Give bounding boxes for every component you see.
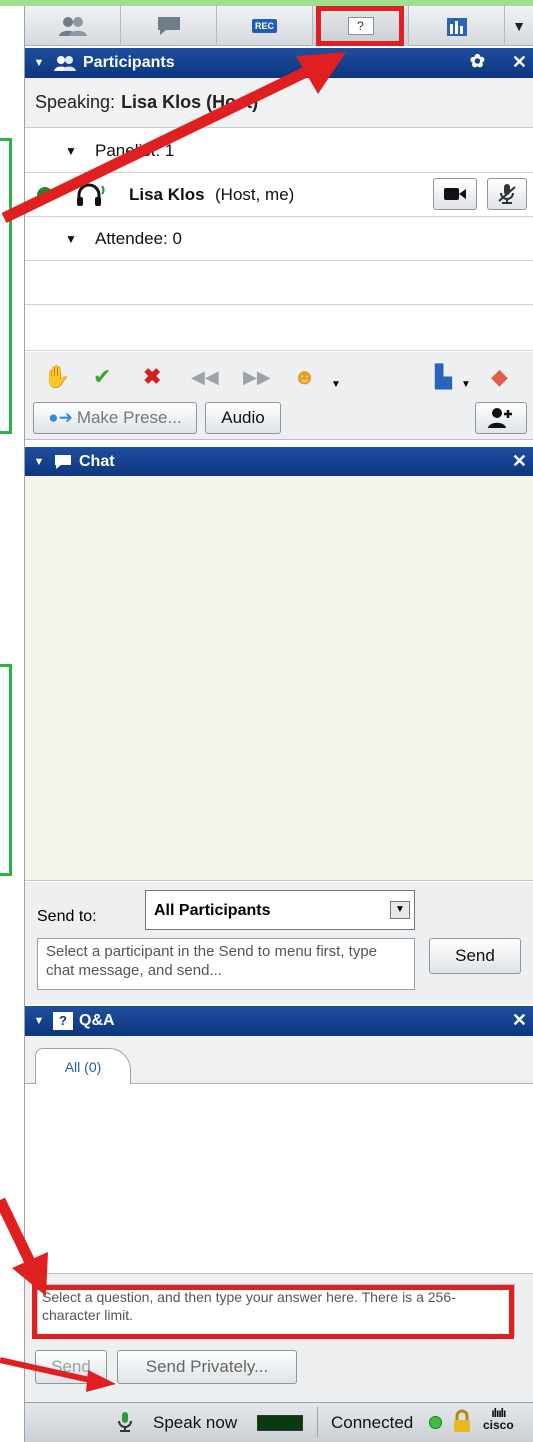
red-arrow-to-send-privately [0, 1357, 116, 1392]
red-arrow-to-answer-field [0, 1197, 48, 1296]
annotation-arrows [0, 52, 346, 1392]
red-arrow-to-qa-tab [1, 52, 346, 223]
